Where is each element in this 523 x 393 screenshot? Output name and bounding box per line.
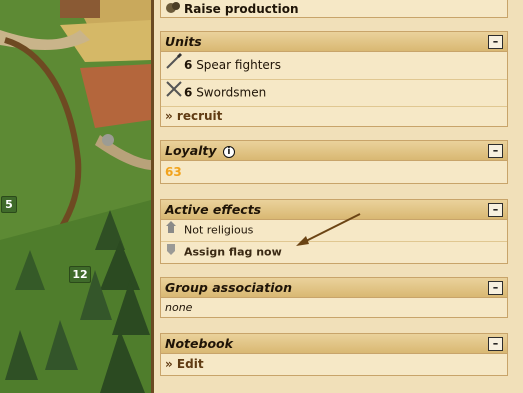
effect-row-religion: Not religious	[161, 220, 507, 242]
group-association-box: Group association – none	[160, 277, 508, 318]
unit-row-sword: 6 Swordsmen	[161, 80, 507, 107]
active-effects-header: Active effects –	[161, 200, 507, 220]
units-header: Units –	[161, 32, 507, 52]
assign-flag-link[interactable]: Assign flag now	[184, 246, 282, 259]
group-association-row: none	[161, 298, 507, 317]
group-association-title: Group association	[165, 280, 292, 295]
spear-count: 6	[184, 58, 193, 72]
map-marker-12[interactable]: 12	[69, 266, 91, 283]
flag-icon	[165, 242, 184, 263]
group-association-header: Group association –	[161, 278, 507, 298]
loyalty-row: 63	[161, 161, 507, 183]
notebook-box: Notebook – » Edit	[160, 333, 508, 376]
loyalty-title: Loyalty	[165, 143, 217, 158]
sword-label: Swordsmen	[196, 85, 267, 100]
group-association-value: none	[165, 301, 193, 314]
crossed-swords-icon	[165, 80, 184, 106]
active-effects-collapse-button[interactable]: –	[488, 203, 503, 217]
spear-icon	[165, 52, 184, 79]
effect-row-flag: Assign flag now	[161, 242, 507, 263]
recruit-row: » recruit	[161, 107, 507, 126]
raise-production-row[interactable]: Raise production	[161, 0, 507, 24]
active-effects-title: Active effects	[165, 202, 262, 217]
recruit-link[interactable]: » recruit	[165, 109, 222, 123]
map-terrain	[0, 0, 151, 393]
church-icon	[165, 220, 184, 241]
notebook-collapse-button[interactable]: –	[488, 337, 503, 351]
spear-label: Spear fighters	[196, 58, 281, 72]
notebook-title: Notebook	[165, 336, 233, 351]
raise-production-link[interactable]: Raise production	[184, 2, 299, 16]
units-title: Units	[165, 34, 202, 49]
units-collapse-button[interactable]: –	[488, 35, 503, 49]
loyalty-box: Loyalty i – 63	[160, 140, 508, 184]
map-marker-5[interactable]: 5	[1, 196, 17, 213]
notebook-row: » Edit	[161, 354, 507, 375]
active-effects-box: Active effects – Not religious Assign fl…	[160, 199, 508, 264]
info-icon[interactable]: i	[222, 146, 235, 158]
sword-count: 6	[184, 85, 193, 100]
raise-production-icon	[165, 0, 184, 24]
loyalty-header: Loyalty i –	[161, 141, 507, 161]
production-box: Raise production	[160, 0, 508, 18]
group-association-collapse-button[interactable]: –	[488, 281, 503, 295]
units-box: Units – 6 Spear fighters 6 Swordsmen » r…	[160, 31, 508, 127]
loyalty-collapse-button[interactable]: –	[488, 144, 503, 158]
village-map[interactable]: 5 12	[0, 0, 151, 393]
effect-religion-label: Not religious	[184, 223, 254, 237]
unit-row-spear: 6 Spear fighters	[161, 52, 507, 80]
loyalty-value: 63	[165, 165, 182, 179]
notebook-header: Notebook –	[161, 334, 507, 354]
notebook-edit-link[interactable]: » Edit	[165, 357, 204, 371]
village-side-panel: Raise production Units – 6 Spear fighter…	[154, 0, 523, 393]
